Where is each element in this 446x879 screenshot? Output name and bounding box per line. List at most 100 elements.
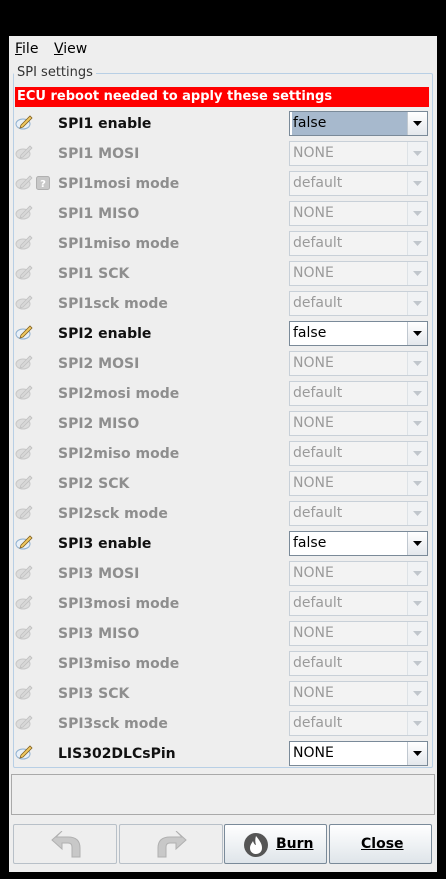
edit-pencil-icon [15,534,33,550]
redo-button[interactable] [119,824,223,864]
setting-label: SPI1 MISO [58,206,140,222]
combobox-value: default [293,445,343,461]
edit-pencil-icon [15,354,33,370]
setting-row: SPI2 MOSI NONE [9,348,437,378]
chevron-down-icon[interactable] [407,202,427,225]
chevron-down-icon[interactable] [407,172,427,195]
edit-pencil-icon [15,474,33,490]
burn-flame-icon [244,833,268,857]
setting-combobox[interactable]: default [289,501,428,526]
chevron-down-icon[interactable] [407,562,427,585]
combobox-value: default [293,505,343,521]
setting-combobox[interactable]: default [289,711,428,736]
chevron-down-icon[interactable] [407,712,427,735]
setting-combobox[interactable]: default [289,291,428,316]
setting-row: SPI1 enable false [9,108,437,138]
edit-pencil-icon [15,324,33,340]
setting-row: SPI3 MOSI NONE [9,558,437,588]
combobox-value: NONE [293,145,334,161]
chevron-down-icon[interactable] [407,442,427,465]
combobox-value: NONE [293,415,334,431]
setting-combobox[interactable]: default [289,591,428,616]
setting-row: SPI3 MISO NONE [9,618,437,648]
setting-combobox[interactable]: NONE [289,561,428,586]
setting-combobox[interactable]: NONE [289,471,428,496]
setting-combobox[interactable]: default [289,171,428,196]
chevron-down-icon[interactable] [407,322,427,345]
burn-button[interactable]: Burn [224,824,327,864]
combobox-value: default [293,655,343,671]
setting-combobox[interactable]: NONE [289,141,428,166]
chevron-down-icon[interactable] [407,502,427,525]
setting-combobox[interactable]: NONE [289,351,428,376]
setting-row: SPI3miso mode default [9,648,437,678]
redo-icon [157,831,187,858]
setting-combobox[interactable]: NONE [289,411,428,436]
setting-combobox[interactable]: false [289,531,428,556]
setting-label: SPI2miso mode [58,446,180,462]
chevron-down-icon[interactable] [407,682,427,705]
chevron-down-icon[interactable] [407,142,427,165]
edit-pencil-icon [15,684,33,700]
combobox-value: NONE [293,475,334,491]
setting-combobox[interactable]: false [289,321,428,346]
close-button[interactable]: Close [329,824,432,864]
chevron-down-icon[interactable] [407,742,427,765]
chevron-down-icon[interactable] [407,232,427,255]
menu-view[interactable]: View [54,41,87,57]
setting-combobox[interactable]: NONE [289,261,428,286]
setting-combobox[interactable]: default [289,231,428,256]
combobox-value: default [293,595,343,611]
setting-label: SPI1 enable [58,116,152,132]
combobox-value: NONE [293,355,334,371]
chevron-down-icon[interactable] [407,622,427,645]
setting-combobox[interactable]: NONE [289,201,428,226]
setting-combobox[interactable]: false [289,111,428,136]
setting-label: SPI1mosi mode [58,176,180,192]
edit-pencil-icon [15,414,33,430]
setting-combobox[interactable]: NONE [289,741,428,766]
setting-combobox[interactable]: NONE [289,681,428,706]
undo-button[interactable] [13,824,117,864]
setting-label: SPI2 enable [58,326,152,342]
setting-row: SPI2mosi mode default [9,378,437,408]
setting-label: SPI2 MISO [58,416,140,432]
menu-file[interactable]: File [15,41,38,57]
chevron-down-icon[interactable] [407,352,427,375]
setting-row: LIS302DLCsPin NONE [9,738,437,768]
chevron-down-icon[interactable] [407,112,427,135]
setting-label: SPI2 SCK [58,476,130,492]
combobox-value: default [293,175,343,191]
setting-label: SPI3sck mode [58,716,168,732]
setting-combobox[interactable]: NONE [289,621,428,646]
chevron-down-icon[interactable] [407,652,427,675]
setting-label: SPI3 MISO [58,626,140,642]
menu-bar: File View [9,36,437,62]
setting-row: SPI2 MISO NONE [9,408,437,438]
setting-combobox[interactable]: default [289,381,428,406]
chevron-down-icon[interactable] [407,412,427,435]
combobox-value: NONE [293,205,334,221]
edit-pencil-icon [15,564,33,580]
chevron-down-icon[interactable] [407,532,427,555]
settings-window: File View SPI settings ECU reboot needed… [9,36,437,872]
chevron-down-icon[interactable] [407,592,427,615]
setting-label: SPI1 SCK [58,266,130,282]
edit-pencil-icon [15,654,33,670]
edit-pencil-icon [15,144,33,160]
setting-combobox[interactable]: default [289,651,428,676]
edit-pencil-icon [15,744,33,760]
chevron-down-icon[interactable] [407,472,427,495]
chevron-down-icon[interactable] [407,262,427,285]
chevron-down-icon[interactable] [407,292,427,315]
help-icon[interactable]: ? [36,175,50,190]
chevron-down-icon[interactable] [407,382,427,405]
combobox-value: NONE [293,265,334,281]
setting-row: SPI1 SCK NONE [9,258,437,288]
setting-row: SPI1miso mode default [9,228,437,258]
setting-row: SPI1 MISO NONE [9,198,437,228]
edit-pencil-icon [15,114,33,130]
setting-label: SPI2sck mode [58,506,168,522]
undo-icon [51,831,81,858]
setting-combobox[interactable]: default [289,441,428,466]
